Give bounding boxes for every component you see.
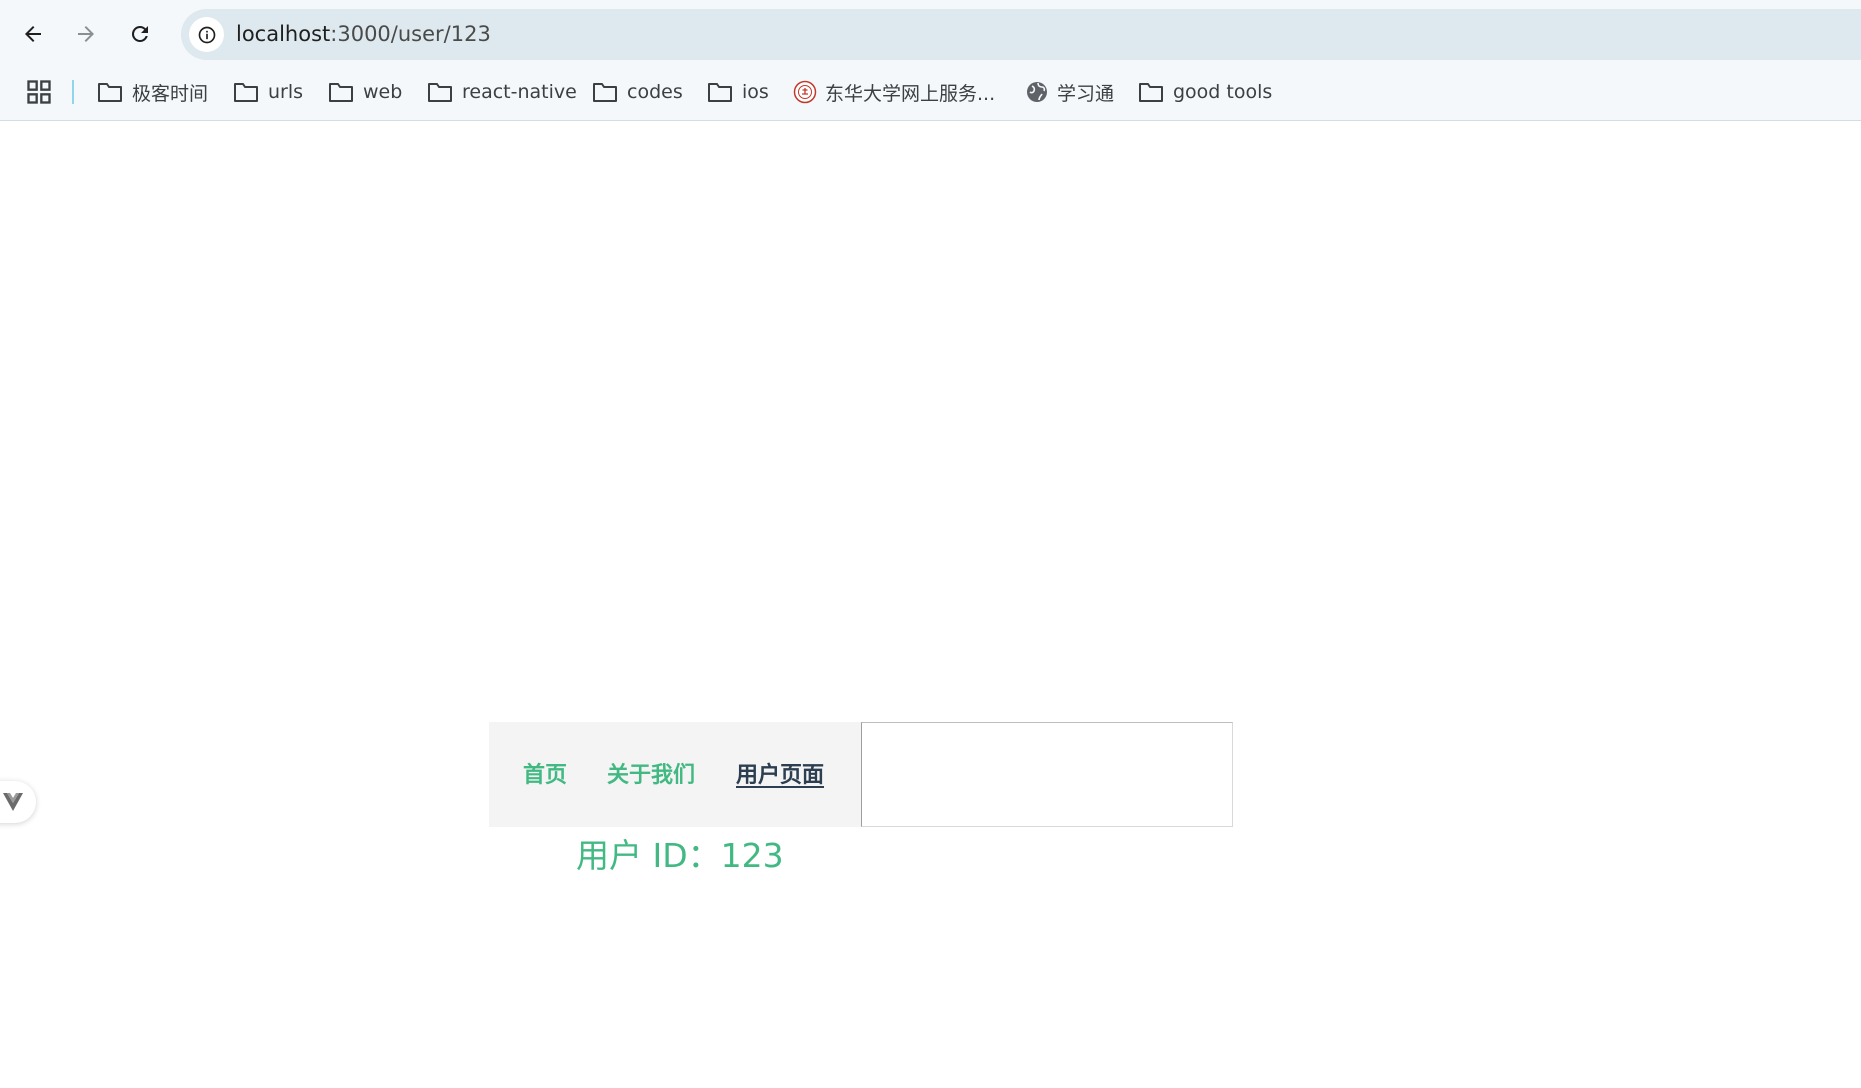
folder-icon [428, 83, 452, 102]
folder-icon [234, 83, 258, 102]
folder-icon [98, 83, 122, 102]
bookmark-ios[interactable]: ios [707, 76, 769, 108]
bookmark-label: codes [627, 81, 683, 103]
globe-icon [1027, 82, 1047, 102]
bookmark-dhu[interactable]: 东华大学网上服务... [793, 76, 995, 108]
bookmark-xuexitong[interactable]: 学习通 [1025, 76, 1114, 108]
browser-chrome: localhost:3000/user/123 极客时间 urls web re… [0, 0, 1861, 121]
url-text[interactable]: localhost:3000/user/123 [236, 22, 491, 47]
reload-icon [131, 25, 148, 42]
vue-logo-icon [3, 793, 23, 811]
vue-devtools-toggle[interactable] [0, 781, 36, 823]
bookmark-label: 学习通 [1057, 82, 1115, 105]
bookmark-label: 东华大学网上服务... [825, 82, 996, 105]
folder-icon [593, 83, 617, 102]
back-button[interactable] [13, 14, 53, 54]
bookmark-label: web [363, 81, 403, 103]
url-host: localhost [236, 22, 331, 46]
folder-icon [708, 83, 732, 102]
bookmark-codes[interactable]: codes [592, 76, 683, 108]
site-info-button[interactable] [189, 17, 224, 52]
nav-link-home[interactable]: 首页 [523, 763, 567, 789]
apps-grid-icon[interactable] [25, 78, 53, 106]
bookmark-react-native[interactable]: react-native [427, 76, 577, 108]
user-id-text: 用户 ID：123 [576, 836, 784, 875]
bookmarks-separator [72, 80, 74, 104]
bookmark-label: react-native [462, 81, 577, 103]
arrow-left-icon [25, 26, 41, 42]
bookmark-label: good tools [1173, 81, 1273, 103]
url-path: :3000/user/123 [330, 22, 491, 46]
bookmark-good-tools[interactable]: good tools [1138, 76, 1272, 108]
nav-link-user[interactable]: 用户页面 [736, 763, 824, 789]
bookmark-urls[interactable]: urls [233, 76, 303, 108]
app-nav: 首页 关于我们 用户页面 [489, 722, 861, 827]
folder-icon [1139, 83, 1163, 102]
address-bar[interactable]: localhost:3000/user/123 [181, 9, 1861, 60]
info-circle-icon [198, 26, 215, 43]
nav-link-about[interactable]: 关于我们 [607, 763, 695, 789]
folder-icon [329, 83, 353, 102]
forward-button[interactable] [66, 14, 106, 54]
bookmark-label: 极客时间 [132, 82, 209, 105]
university-seal-icon [793, 80, 817, 104]
router-view-box [861, 722, 1233, 827]
bookmarks-bar: 极客时间 urls web react-native codes ios 东华大… [0, 72, 1861, 112]
bookmark-label: urls [268, 81, 304, 103]
browser-toolbar: localhost:3000/user/123 [0, 0, 1861, 68]
bookmark-jike[interactable]: 极客时间 [97, 76, 208, 108]
bookmark-web[interactable]: web [328, 76, 402, 108]
reload-button[interactable] [120, 14, 160, 54]
arrow-right-icon [78, 26, 94, 42]
bookmark-label: ios [742, 81, 769, 103]
